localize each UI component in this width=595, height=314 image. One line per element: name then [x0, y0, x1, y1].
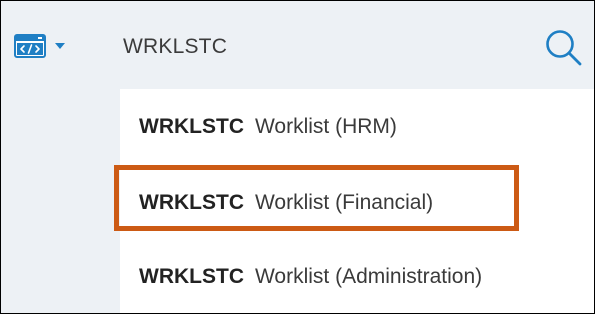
search-input[interactable]: WRKLSTC	[123, 35, 227, 59]
app-switcher-button[interactable]	[14, 34, 65, 58]
result-item[interactable]: WRKLSTC Worklist (Administration)	[120, 247, 594, 307]
result-description: Worklist (HRM)	[254, 115, 397, 138]
caret-down-icon	[55, 43, 65, 49]
highlight-box	[114, 165, 519, 231]
result-description: Worklist (Administration)	[254, 265, 483, 288]
search-bar: WRKLSTC	[1, 1, 594, 89]
result-code: WRKLSTC	[139, 265, 244, 288]
result-item[interactable]: WRKLSTC Worklist (HRM)	[120, 97, 594, 157]
search-icon	[546, 30, 582, 66]
search-button[interactable]	[543, 27, 585, 69]
sidebar	[1, 89, 120, 313]
code-icon	[14, 34, 46, 58]
result-code: WRKLSTC	[139, 115, 244, 138]
app-frame: WRKLSTC WRKLSTC Worklist (HRM) WRKLSTC W…	[0, 0, 595, 314]
